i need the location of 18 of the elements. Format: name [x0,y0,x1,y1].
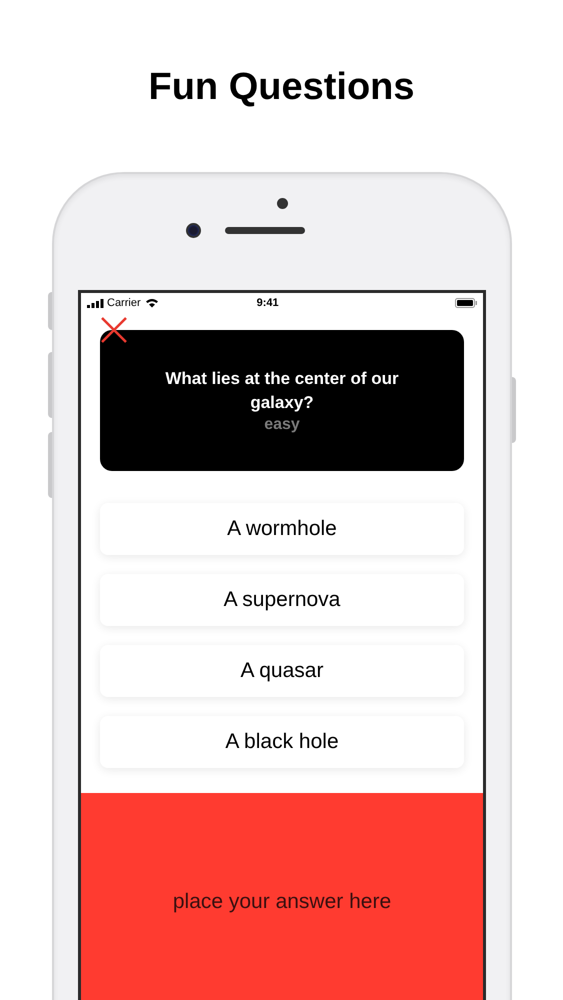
page-title: Fun Questions [148,65,414,110]
sensor-icon [276,198,288,209]
signal-icon [87,298,104,308]
clock: 9:41 [256,296,279,311]
camera-icon [186,223,200,238]
answer-option[interactable]: A wormhole [100,503,464,555]
answer-option[interactable]: A quasar [100,645,464,697]
drop-zone-label: place your answer here [172,889,392,915]
answer-option[interactable]: A supernova [100,574,464,626]
answer-option[interactable]: A black hole [100,716,464,768]
speaker-icon [224,227,304,234]
question-text: What lies at the center of our galaxy? [164,368,400,414]
drop-zone[interactable]: place your answer here [81,793,483,1000]
difficulty-label: easy [264,414,300,434]
close-icon[interactable] [100,316,128,344]
wifi-icon [144,298,159,308]
carrier-label: Carrier [107,296,141,311]
battery-icon [455,298,477,308]
